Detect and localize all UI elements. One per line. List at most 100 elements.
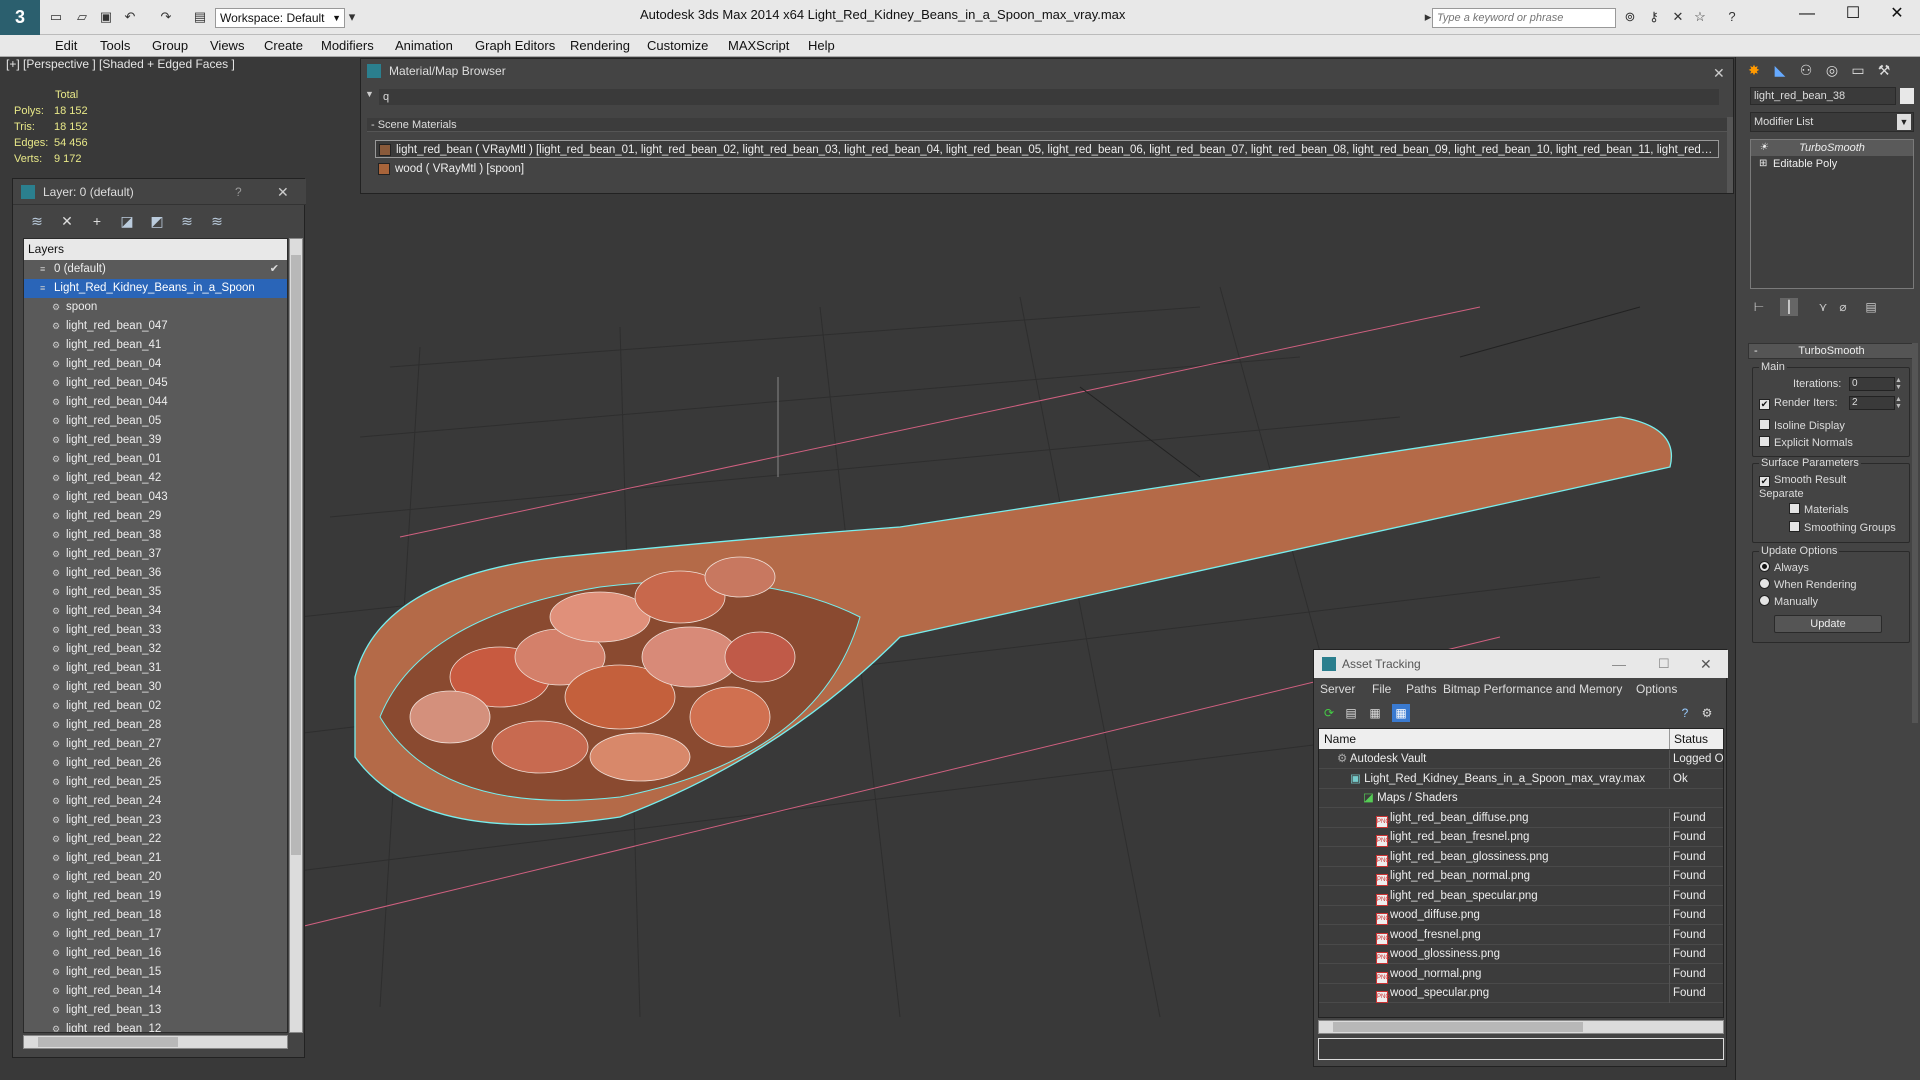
menu-tools[interactable]: Tools xyxy=(100,35,130,57)
materials-checkbox[interactable]: Materials xyxy=(1789,502,1849,518)
minimize-button[interactable]: — xyxy=(1784,0,1830,30)
table-view-icon[interactable]: ▦ xyxy=(1392,704,1410,722)
asset-row[interactable]: ⚙ Autodesk Vault Logged Out xyxy=(1319,750,1723,769)
layer-object-row[interactable]: ⚙ light_red_bean_13 xyxy=(24,1001,287,1020)
layer-object-row[interactable]: ⚙ light_red_bean_33 xyxy=(24,621,287,640)
layer-object-row[interactable]: ⚙ light_red_bean_05 xyxy=(24,412,287,431)
hide-layers-icon[interactable]: ≋ xyxy=(177,211,197,231)
asset-row[interactable]: PNGlight_red_bean_diffuse.png Found xyxy=(1319,808,1723,828)
menu-animation[interactable]: Animation xyxy=(395,35,453,57)
browser-options-icon[interactable]: ▼ xyxy=(365,89,374,99)
scene-materials-section[interactable]: - Scene Materials xyxy=(367,118,1727,132)
freeze-layers-icon[interactable]: ≋ xyxy=(207,211,227,231)
layer-object-row[interactable]: ⚙ light_red_bean_34 xyxy=(24,602,287,621)
rollout-header[interactable]: - TurboSmooth xyxy=(1748,343,1915,359)
show-end-result-icon[interactable]: ┃ xyxy=(1780,298,1798,316)
layer-horizontal-scrollbar[interactable] xyxy=(23,1035,288,1049)
material-scrollbar[interactable] xyxy=(1727,117,1733,193)
layer-object-row[interactable]: ⚙ light_red_bean_36 xyxy=(24,564,287,583)
modifier-list-dropdown[interactable]: Modifier List ▼ xyxy=(1750,112,1914,132)
layer-object-row[interactable]: ⚙ light_red_bean_24 xyxy=(24,792,287,811)
command-panel-scrollbar[interactable] xyxy=(1912,343,1918,723)
list-view-icon[interactable]: ▤ xyxy=(1342,704,1360,722)
layer-column-header[interactable]: Layers xyxy=(24,239,287,260)
always-radio[interactable]: Always xyxy=(1759,560,1809,576)
layer-object-row[interactable]: ⚙ light_red_bean_043 xyxy=(24,488,287,507)
when-rendering-radio[interactable]: When Rendering xyxy=(1759,577,1857,593)
object-color-swatch[interactable] xyxy=(1900,88,1914,104)
layer-object-row[interactable]: ⚙ light_red_bean_20 xyxy=(24,868,287,887)
menu-bitmap-performance[interactable]: Bitmap Performance and Memory xyxy=(1443,678,1622,700)
help-icon[interactable]: ? xyxy=(235,179,242,205)
layer-object-row[interactable]: ⚙ light_red_bean_045 xyxy=(24,374,287,393)
layer-object-row[interactable]: ⚙ spoon xyxy=(24,298,287,317)
layer-object-row[interactable]: ⚙ light_red_bean_15 xyxy=(24,963,287,982)
minimize-button[interactable]: — xyxy=(1612,650,1626,678)
layer-object-row[interactable]: ⚙ light_red_bean_01 xyxy=(24,450,287,469)
object-name-field[interactable]: light_red_bean_38 xyxy=(1750,87,1896,105)
menu-group[interactable]: Group xyxy=(152,35,188,57)
select-objects-icon[interactable]: ◪ xyxy=(117,211,137,231)
close-button[interactable]: ✕ xyxy=(1700,650,1712,678)
layer-object-row[interactable]: ⚙ light_red_bean_39 xyxy=(24,431,287,450)
material-row[interactable]: wood ( VRayMtl ) [spoon] xyxy=(375,160,1719,178)
asset-row[interactable]: PNGwood_fresnel.png Found xyxy=(1319,925,1723,945)
layer-object-row[interactable]: ⚙ light_red_bean_27 xyxy=(24,735,287,754)
lightbulb-icon[interactable]: ☀ xyxy=(1759,140,1768,156)
asset-row[interactable]: PNGlight_red_bean_glossiness.png Found xyxy=(1319,847,1723,867)
layer-object-row[interactable]: ⚙ light_red_bean_21 xyxy=(24,849,287,868)
menu-modifiers[interactable]: Modifiers xyxy=(321,35,374,57)
layer-row-selected[interactable]: ≡ Light_Red_Kidney_Beans_in_a_Spoon xyxy=(24,279,287,298)
layer-object-row[interactable]: ⚙ light_red_bean_18 xyxy=(24,906,287,925)
highlight-layer-icon[interactable]: ◩ xyxy=(147,211,167,231)
configure-modifier-sets-icon[interactable]: ▤ xyxy=(1862,298,1880,316)
layer-object-row[interactable]: ⚙ light_red_bean_23 xyxy=(24,811,287,830)
layer-object-row[interactable]: ⚙ light_red_bean_044 xyxy=(24,393,287,412)
menu-rendering[interactable]: Rendering xyxy=(570,35,630,57)
utilities-tab-icon[interactable]: ⚒ xyxy=(1872,59,1896,81)
binoculars-icon[interactable]: ⊚ xyxy=(1622,9,1638,25)
menu-options[interactable]: Options xyxy=(1636,678,1677,700)
asset-row[interactable]: PNGwood_normal.png Found xyxy=(1319,964,1723,984)
layer-object-row[interactable]: ⚙ light_red_bean_16 xyxy=(24,944,287,963)
layer-object-row[interactable]: ⚙ light_red_bean_02 xyxy=(24,697,287,716)
settings-icon[interactable]: ⚙ xyxy=(1698,704,1716,722)
app-logo-icon[interactable]: 3 xyxy=(0,0,40,35)
menu-edit[interactable]: Edit xyxy=(55,35,77,57)
search-input[interactable] xyxy=(1432,8,1616,28)
asset-row[interactable]: PNGwood_specular.png Found xyxy=(1319,984,1723,1003)
maximize-button[interactable]: ☐ xyxy=(1658,650,1670,678)
pin-stack-icon[interactable]: ⊢ xyxy=(1750,298,1768,316)
close-button[interactable]: ✕ xyxy=(1874,0,1920,30)
asset-path-field[interactable] xyxy=(1318,1038,1724,1060)
manually-radio[interactable]: Manually xyxy=(1759,594,1818,610)
maximize-button[interactable]: ☐ xyxy=(1830,0,1876,30)
column-status[interactable]: Status xyxy=(1669,729,1708,749)
render-iters-spinner[interactable]: 2 ▲ ▼ xyxy=(1849,396,1902,410)
make-unique-icon[interactable]: ⋎ xyxy=(1814,298,1832,316)
viewport-label[interactable]: [+] [Perspective ] [Shaded + Edged Faces… xyxy=(6,57,235,71)
communication-center-icon[interactable]: ✕ xyxy=(1670,9,1686,25)
menu-file[interactable]: File xyxy=(1372,678,1391,700)
motion-tab-icon[interactable]: ◎ xyxy=(1820,59,1844,81)
add-to-layer-icon[interactable]: + xyxy=(87,211,107,231)
new-file-icon[interactable]: ▭ xyxy=(48,9,64,25)
layer-object-row[interactable]: ⚙ light_red_bean_31 xyxy=(24,659,287,678)
workspace-dropdown[interactable]: Workspace: Default ▼ xyxy=(215,8,345,28)
layer-object-row[interactable]: ⚙ light_red_bean_35 xyxy=(24,583,287,602)
layer-object-row[interactable]: ⚙ light_red_bean_17 xyxy=(24,925,287,944)
key-icon[interactable]: ⚷ xyxy=(1646,9,1662,25)
asset-row[interactable]: PNGwood_diffuse.png Found xyxy=(1319,906,1723,925)
asset-row[interactable]: ◪ Maps / Shaders xyxy=(1319,789,1723,808)
save-icon[interactable]: ▣ xyxy=(98,9,114,25)
explicit-normals-checkbox[interactable]: Explicit Normals xyxy=(1759,435,1853,451)
stack-item-turbosmooth[interactable]: ☀ TurboSmooth xyxy=(1751,140,1913,156)
asset-tracking-titlebar[interactable]: Asset Tracking — ☐ ✕ xyxy=(1314,650,1728,678)
layer-object-row[interactable]: ⚙ light_red_bean_42 xyxy=(24,469,287,488)
material-browser-titlebar[interactable]: Material/Map Browser ✕ xyxy=(361,59,1735,83)
smoothing-groups-checkbox[interactable]: Smoothing Groups xyxy=(1789,520,1896,536)
asset-row[interactable]: PNGlight_red_bean_specular.png Found xyxy=(1319,886,1723,906)
layer-object-row[interactable]: ⚙ light_red_bean_22 xyxy=(24,830,287,849)
layer-object-row[interactable]: ⚙ light_red_bean_38 xyxy=(24,526,287,545)
update-button[interactable]: Update xyxy=(1774,615,1882,633)
